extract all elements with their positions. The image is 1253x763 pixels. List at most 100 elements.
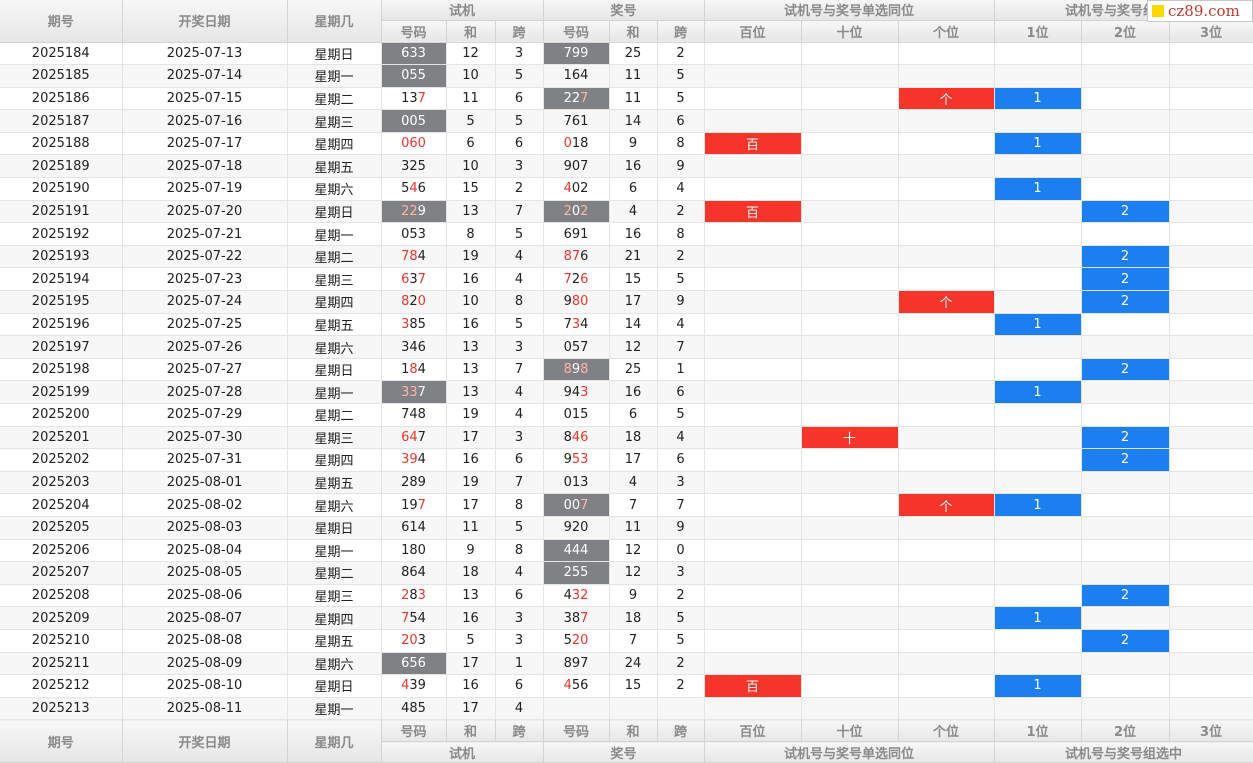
col-trial-number[interactable]: 号码	[381, 20, 447, 43]
table-row[interactable]: 2025207 2025-08-05 星期二 864 18 4 255 12 3	[0, 561, 1253, 585]
issue-cell: 2025213	[0, 697, 123, 721]
col-trial-sum[interactable]: 和	[446, 20, 496, 43]
trial-sum-cell: 13	[446, 335, 496, 359]
trial-number-cell-digit: 4	[409, 181, 418, 197]
draw-number-cell-digit: 7	[580, 610, 589, 626]
col-issue-header[interactable]: 期号	[0, 0, 123, 43]
table-row[interactable]: 2025208 2025-08-06 星期三 283 13 6 432 9 2 2	[0, 584, 1253, 608]
pos-ge-cell	[898, 584, 995, 608]
table-row[interactable]: 2025197 2025-07-26 星期六 346 13 3 057 12 7	[0, 335, 1253, 359]
table-row[interactable]: 2025202 2025-07-31 星期四 394 16 6 953 17 6 2	[0, 448, 1253, 472]
draw-span-cell: 7	[657, 493, 705, 517]
trial-number-cell-digit: 5	[417, 158, 426, 174]
trial-sum-cell: 16	[446, 267, 496, 292]
draw-sum-cell: 21	[609, 245, 658, 269]
table-row[interactable]: 2025200 2025-07-29 星期二 748 19 4 015 6 5	[0, 403, 1253, 427]
table-row[interactable]: 2025185 2025-07-14 星期一 055 10 5 164 11 5	[0, 64, 1253, 88]
draw-number-cell: 761	[543, 109, 610, 133]
group-1-cell	[993, 42, 1082, 66]
group-3-cell	[1169, 109, 1253, 133]
pos-bai-cell	[703, 448, 802, 472]
group-3-cell	[1169, 154, 1253, 179]
col-pos-ge[interactable]: 个位	[898, 20, 995, 43]
group-1-cell	[993, 403, 1082, 427]
draw-number-cell-digit: 4	[571, 542, 581, 558]
table-row[interactable]: 2025206 2025-08-04 星期一 180 9 8 444 12 0	[0, 539, 1253, 563]
table-row[interactable]: 2025211 2025-08-09 星期六 656 17 1 897 24 2	[0, 652, 1253, 676]
table-row[interactable]: 2025189 2025-07-18 星期五 325 10 3 907 16 9	[0, 154, 1253, 179]
col-draw-number[interactable]: 号码	[543, 20, 610, 43]
draw-sum-cell: 18	[609, 606, 658, 630]
weekday-cell: 星期一	[287, 539, 382, 563]
table-row[interactable]: 2025193 2025-07-22 星期二 784 19 4 876 21 2 2	[0, 245, 1253, 269]
table-row[interactable]: 2025209 2025-08-07 星期四 754 16 3 387 18 5 1	[0, 606, 1253, 630]
trial-number-cell-digit: 4	[417, 249, 426, 265]
draw-number-cell-digit: 3	[580, 475, 589, 491]
pos-bai-cell	[703, 358, 802, 382]
group-1-cell	[993, 652, 1082, 676]
table-row[interactable]: 2025203 2025-08-01 星期五 289 19 7 013 4 3	[0, 471, 1253, 495]
table-row[interactable]: 2025192 2025-07-21 星期一 053 8 5 691 16 8	[0, 222, 1253, 246]
col-draw-sum[interactable]: 和	[609, 20, 658, 43]
weekday-cell: 星期日	[287, 516, 382, 540]
pos-shi-cell	[801, 313, 899, 337]
trial-number-cell: 546	[381, 177, 447, 201]
group-1-cell: 1	[993, 313, 1082, 337]
site-logo[interactable]: cz89.com	[1147, 0, 1253, 22]
table-row[interactable]: 2025212 2025-08-10 星期日 439 16 6 456 15 2 百 1	[0, 674, 1253, 698]
table-row[interactable]: 2025195 2025-07-24 星期四 820 10 8 980 17 9 个 2	[0, 290, 1253, 314]
table-row[interactable]: 2025188 2025-07-17 星期四 060 6 6 018 9 8 百 1	[0, 132, 1253, 156]
group-1-cell: 1	[993, 177, 1082, 201]
col-pos-shi[interactable]: 十位	[801, 20, 899, 43]
pos-bai-cell	[703, 245, 802, 269]
col-weekday-header[interactable]: 星期几	[287, 0, 382, 43]
group-3-cell	[1169, 64, 1253, 88]
draw-number-cell-digit: 8	[563, 429, 572, 445]
table-row[interactable]: 2025194 2025-07-23 星期三 637 16 4 726 15 5 2	[0, 267, 1253, 292]
draw-sum-cell: 15	[609, 674, 658, 698]
pos-shi-cell	[801, 493, 899, 517]
date-cell: 2025-07-18	[122, 154, 288, 179]
table-row[interactable]: 2025210 2025-08-08 星期五 203 5 3 520 7 5 2	[0, 629, 1253, 653]
draw-number-cell: 013	[543, 471, 610, 495]
footer-pos-ge: 个位	[898, 719, 995, 743]
col-date-header[interactable]: 开奖日期	[122, 0, 288, 43]
col-pos-1[interactable]: 1位	[993, 20, 1082, 43]
table-row[interactable]: 2025198 2025-07-27 星期日 184 13 7 898 25 1 2	[0, 358, 1253, 382]
weekday-cell: 星期一	[287, 222, 382, 246]
col-trial-span[interactable]: 跨	[495, 20, 544, 43]
table-row[interactable]: 2025201 2025-07-30 星期三 647 17 3 846 18 4 十 2	[0, 426, 1253, 450]
table-row[interactable]: 2025196 2025-07-25 星期五 385 16 5 734 14 4 1	[0, 313, 1253, 337]
group-single-header: 试机号与奖号单选同位	[703, 0, 995, 21]
trial-span-cell: 6	[495, 132, 544, 156]
col-draw-span[interactable]: 跨	[657, 20, 705, 43]
draw-span-cell: 3	[657, 561, 705, 585]
pos-ge-cell	[898, 222, 995, 246]
table-row[interactable]: 2025205 2025-08-03 星期日 614 11 5 920 11 9	[0, 516, 1253, 540]
issue-cell: 2025186	[0, 87, 123, 111]
issue-cell: 2025201	[0, 426, 123, 450]
weekday-cell: 星期日	[287, 674, 382, 698]
table-row[interactable]: 2025190 2025-07-19 星期六 546 15 2 402 6 4 1	[0, 177, 1253, 201]
pos-shi-cell	[801, 132, 899, 156]
col-pos-bai[interactable]: 百位	[703, 20, 802, 43]
draw-number-cell-digit: 2	[563, 90, 572, 106]
trial-span-cell: 5	[495, 222, 544, 246]
col-pos-2[interactable]: 2位	[1081, 20, 1170, 43]
table-row[interactable]: 2025187 2025-07-16 星期三 005 5 5 761 14 6	[0, 109, 1253, 133]
group-2-cell: 2	[1081, 245, 1170, 269]
draw-number-cell-digit: 9	[563, 452, 572, 468]
table-row[interactable]: 2025199 2025-07-28 星期一 337 13 4 943 16 6 1	[0, 380, 1253, 404]
table-row[interactable]: 2025186 2025-07-15 星期二 137 11 6 227 11 5 个 1	[0, 87, 1253, 111]
trial-sum-cell: 17	[446, 652, 496, 676]
table-row[interactable]: 2025184 2025-07-13 星期日 633 12 3 799 25 2	[0, 42, 1253, 66]
pos-ge-cell	[898, 109, 995, 133]
table-row[interactable]: 2025191 2025-07-20 星期日 229 13 7 202 4 2 百 2	[0, 200, 1253, 224]
table-row[interactable]: 2025204 2025-08-02 星期六 197 17 8 007 7 7 个 1	[0, 493, 1253, 517]
issue-cell: 2025187	[0, 109, 123, 133]
table-row[interactable]: 2025213 2025-08-11 星期一 485 17 4	[0, 697, 1253, 721]
group-3-cell	[1169, 606, 1253, 630]
draw-number-cell-digit: 2	[571, 633, 581, 649]
trial-number-cell-digit: 3	[409, 90, 418, 106]
col-pos-3[interactable]: 3位	[1169, 20, 1253, 43]
